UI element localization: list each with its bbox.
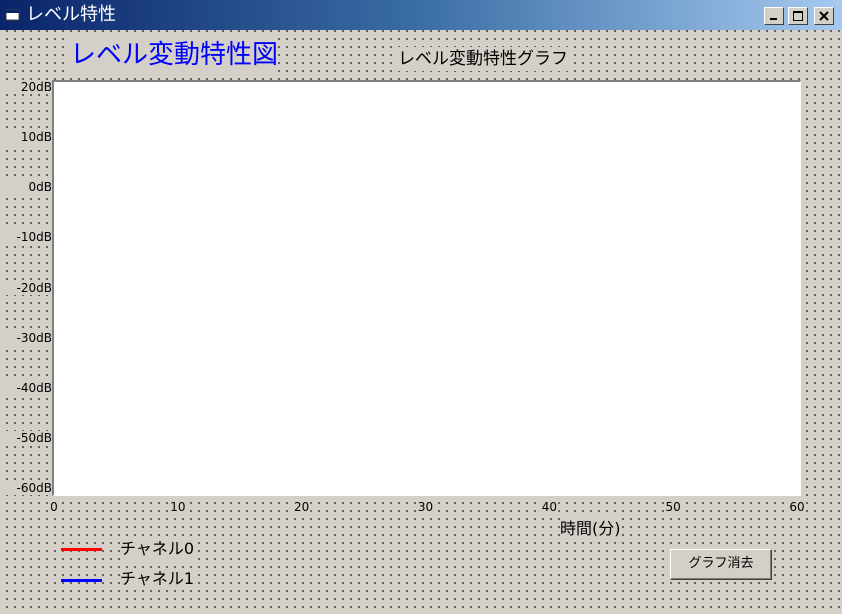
close-button[interactable] [814, 7, 834, 25]
clear-graph-button[interactable]: グラフ消去 [670, 549, 772, 580]
x-tick-label: 20 [293, 500, 311, 514]
x-tick-label: 40 [540, 500, 558, 514]
x-tick-label: 50 [664, 500, 682, 514]
y-tick-label: -60dB [0, 481, 52, 495]
y-tick-label: -50dB [0, 430, 52, 445]
graph-title: レベル変動特性グラフ [398, 47, 568, 71]
legend-line-channel0 [61, 548, 102, 551]
legend-label-channel0: チャネル0 [120, 538, 195, 560]
legend-label-channel1: チャネル1 [120, 568, 195, 590]
x-tick-label: 0 [49, 500, 59, 514]
y-tick-label: 20dB [0, 80, 52, 94]
x-axis-label: 時間(分) [560, 518, 621, 540]
window-title: レベル特性 [26, 4, 116, 25]
title-bar[interactable]: レベル特性 [0, 0, 842, 30]
y-tick-label: -40dB [0, 380, 52, 395]
x-tick-label: 30 [416, 500, 435, 514]
y-tick-label: -30dB [0, 330, 52, 345]
x-tick-label: 10 [169, 500, 187, 514]
y-tick-label: -10dB [0, 230, 52, 245]
page-heading: レベル変動特性図 [70, 38, 279, 72]
plot-area [52, 80, 801, 496]
maximize-button[interactable] [788, 7, 808, 25]
y-tick-label: -20dB [0, 280, 52, 295]
app-icon [6, 9, 20, 21]
y-tick-label: 10dB [0, 130, 52, 145]
close-icon [819, 11, 829, 21]
maximize-icon [793, 11, 803, 21]
minimize-icon [770, 18, 777, 20]
minimize-button[interactable] [764, 7, 784, 25]
x-tick-label: 60 [788, 500, 806, 514]
form-window: レベル特性 レベル変動特性図 レベル変動特性グラフ 20dB 10dB 0dB -10… [0, 0, 842, 614]
y-tick-label: 0dB [0, 180, 52, 195]
legend-line-channel1 [61, 579, 102, 582]
